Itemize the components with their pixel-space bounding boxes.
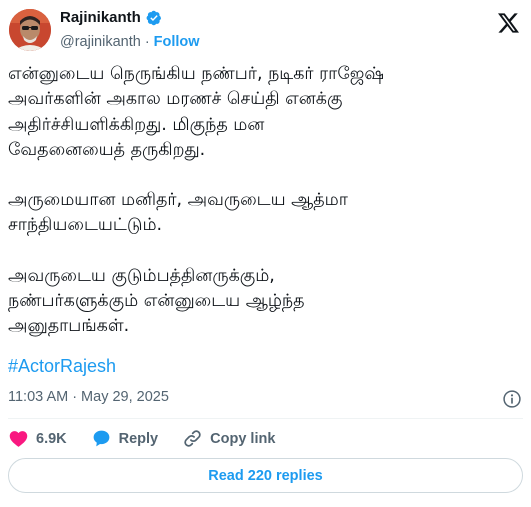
tweet-paragraph: என்னுடைய நெருங்கிய நண்பர், நடிகர் ராஜேஷ்… (8, 64, 384, 160)
tweet-paragraph: அவருடைய குடும்பத்தினருக்கும், நண்பர்களுக… (8, 265, 305, 337)
tweet-time: 11:03 AM (8, 389, 69, 405)
author-handle-row: @rajinikanth · Follow (60, 34, 200, 50)
copy-link-button[interactable]: Copy link (182, 428, 275, 449)
verified-badge-icon (146, 10, 162, 26)
author-name[interactable]: Rajinikanth (60, 9, 141, 26)
tweet-text: என்னுடைய நெருங்கிய நண்பர், நடிகர் ராஜேஷ்… (8, 62, 523, 340)
like-count: 6.9K (36, 430, 67, 447)
like-button[interactable]: 6.9K (8, 428, 67, 449)
tweet-timestamp[interactable]: 11:03 AM · May 29, 2025 (8, 389, 169, 405)
read-replies-button[interactable]: Read 220 replies (8, 458, 523, 493)
reply-button[interactable]: Reply (91, 428, 159, 449)
author-name-row: Rajinikanth (60, 9, 162, 26)
info-icon[interactable] (502, 389, 522, 409)
handle-separator: · (144, 34, 150, 50)
reply-bubble-icon (93, 430, 110, 447)
copy-link-label: Copy link (210, 430, 276, 447)
tweet-date: May 29, 2025 (81, 389, 169, 405)
tweet-card: Rajinikanth @rajinikanth · Follow என்னுட… (0, 0, 531, 507)
tweet-paragraph: அருமையான மனிதர், அவருடைய ஆத்மா சாந்தியடை… (8, 190, 348, 236)
divider (8, 418, 523, 419)
reply-label: Reply (118, 430, 159, 447)
follow-button[interactable]: Follow (154, 34, 200, 50)
action-bar: 6.9K Reply Copy link (8, 428, 299, 449)
avatar[interactable] (9, 9, 51, 51)
link-icon (184, 430, 201, 447)
hashtag-link[interactable]: #ActorRajesh (8, 356, 116, 377)
x-logo-icon[interactable] (498, 13, 519, 33)
timestamp-separator: · (72, 389, 78, 405)
heart-icon (9, 431, 28, 447)
author-handle[interactable]: @rajinikanth (60, 34, 141, 50)
